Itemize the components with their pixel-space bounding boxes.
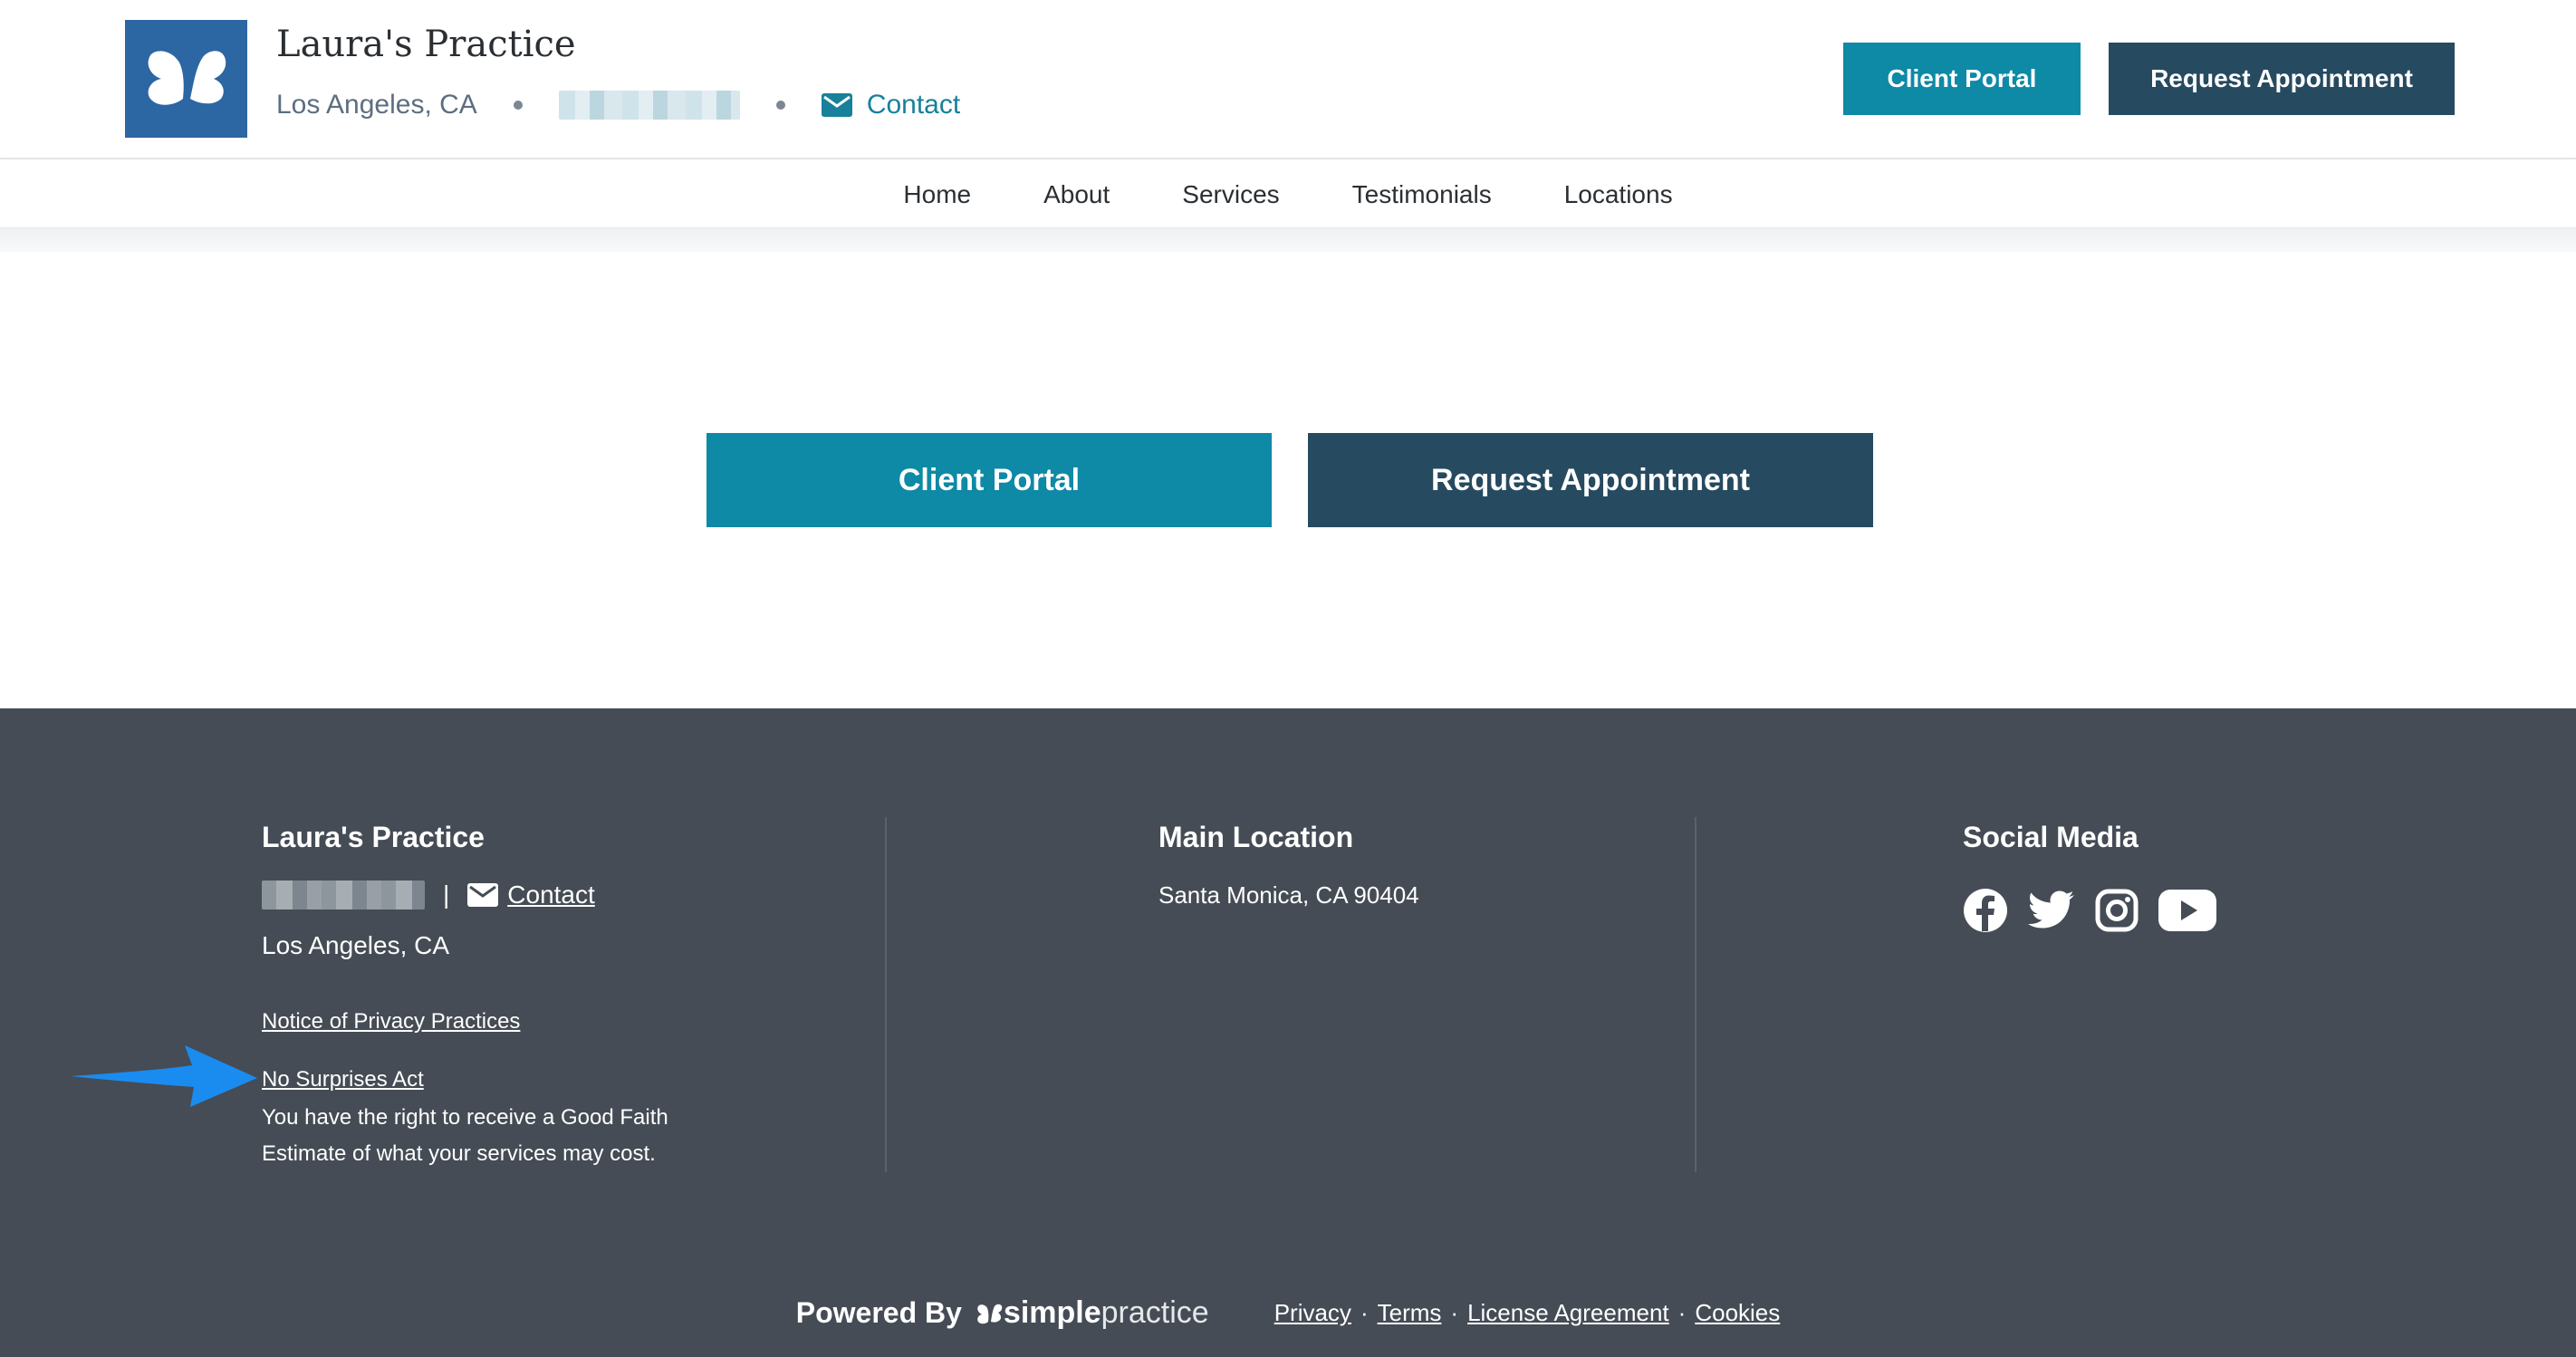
footer-social-title: Social Media	[1963, 821, 2139, 853]
link-separator: ·	[1360, 1299, 1369, 1326]
nav-shadow-band	[0, 228, 2576, 252]
separator-dot	[775, 101, 785, 110]
facebook-icon[interactable]	[1963, 888, 2008, 933]
privacy-link[interactable]: Privacy	[1274, 1299, 1351, 1327]
no-surprises-act-link[interactable]: No Surprises Act	[262, 1067, 424, 1092]
footer-pipe-separator: |	[443, 881, 450, 909]
site-header: Laura's Practice Los Angeles, CA Contact…	[0, 0, 2576, 159]
powered-by-label: Powered By	[795, 1296, 962, 1329]
main-client-portal-button[interactable]: Client Portal	[706, 433, 1272, 527]
privacy-practices-link[interactable]: Notice of Privacy Practices	[262, 1009, 520, 1035]
instagram-icon[interactable]	[2095, 889, 2139, 932]
envelope-icon	[467, 883, 499, 907]
legal-links: Privacy · Terms · License Agreement · Co…	[1274, 1299, 1781, 1327]
butterfly-icon	[977, 1304, 1003, 1323]
good-faith-text-line2: Estimate of what your services may cost.	[262, 1141, 656, 1166]
link-separator: ·	[1677, 1299, 1687, 1326]
brand-part-2: practice	[1101, 1295, 1209, 1330]
practice-name[interactable]: Laura's Practice	[276, 24, 576, 65]
nav-item-locations[interactable]: Locations	[1564, 180, 1673, 209]
youtube-icon[interactable]	[2158, 890, 2216, 931]
main-nav: Home About Services Testimonials Locatio…	[0, 161, 2576, 228]
nav-item-services[interactable]: Services	[1182, 180, 1279, 209]
header-request-appointment-button[interactable]: Request Appointment	[2109, 43, 2455, 115]
cookies-link[interactable]: Cookies	[1695, 1299, 1780, 1327]
header-client-portal-button[interactable]: Client Portal	[1843, 43, 2081, 115]
footer-main-location-address: Santa Monica, CA 90404	[1158, 881, 1419, 909]
brand-part-1: simple	[1003, 1295, 1101, 1330]
annotation-arrow-icon	[71, 1045, 257, 1107]
envelope-icon	[821, 93, 852, 117]
footer-practice-title: Laura's Practice	[262, 821, 485, 853]
simplepractice-logo[interactable]: simple practice	[976, 1295, 1209, 1331]
good-faith-text-line1: You have the right to receive a Good Fai…	[262, 1105, 668, 1130]
footer-contact-link[interactable]: Contact	[507, 881, 595, 909]
footer-contact-row: | Contact	[262, 877, 595, 913]
powered-by: Powered By simple practice	[796, 1295, 1209, 1331]
redacted-phone	[558, 91, 740, 120]
twitter-icon[interactable]	[2028, 890, 2075, 930]
practice-logo[interactable]	[125, 20, 247, 138]
footer-divider	[1695, 817, 1697, 1172]
footer-bottom-bar: Powered By simple practice Privacy · Term…	[0, 1295, 2576, 1331]
header-location: Los Angeles, CA	[276, 90, 477, 120]
separator-dot	[513, 101, 523, 110]
redacted-phone	[262, 881, 425, 909]
link-separator: ·	[1450, 1299, 1459, 1326]
site-footer: Laura's Practice | Contact Los Angeles, …	[0, 708, 2576, 1357]
footer-divider	[885, 817, 887, 1172]
license-agreement-link[interactable]: License Agreement	[1467, 1299, 1669, 1327]
header-meta: Los Angeles, CA Contact	[276, 85, 960, 125]
terms-link[interactable]: Terms	[1378, 1299, 1442, 1327]
social-icons	[1963, 888, 2236, 933]
nav-item-about[interactable]: About	[1043, 180, 1110, 209]
nav-item-testimonials[interactable]: Testimonials	[1352, 180, 1492, 209]
footer-main-location-title: Main Location	[1158, 821, 1354, 853]
footer-location: Los Angeles, CA	[262, 931, 450, 959]
header-contact-label: Contact	[866, 90, 961, 120]
header-contact-link[interactable]: Contact	[821, 90, 961, 120]
butterfly-icon	[148, 51, 226, 105]
main-request-appointment-button[interactable]: Request Appointment	[1308, 433, 1873, 527]
nav-item-home[interactable]: Home	[903, 180, 971, 209]
